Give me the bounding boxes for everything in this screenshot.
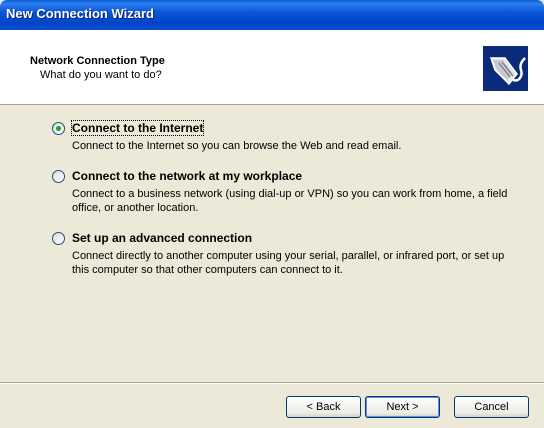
wizard-window: New Connection Wizard Network Connection… xyxy=(0,0,544,428)
back-button[interactable]: < Back xyxy=(286,396,361,418)
radio-internet[interactable] xyxy=(52,122,65,135)
network-cable-icon xyxy=(483,46,528,91)
header-title: Network Connection Type xyxy=(30,55,165,67)
radio-advanced[interactable] xyxy=(52,232,65,245)
option-workplace-label[interactable]: Connect to the network at my workplace xyxy=(72,169,302,183)
header-subtitle: What do you want to do? xyxy=(40,69,162,81)
title-bar[interactable]: New Connection Wizard xyxy=(0,0,544,30)
option-internet-description: Connect to the Internet so you can brows… xyxy=(72,140,402,152)
next-button[interactable]: Next > xyxy=(365,396,440,418)
option-workplace-description: Connect to a business network (using dia… xyxy=(72,188,508,214)
radio-workplace[interactable] xyxy=(52,170,65,183)
option-advanced-description: Connect directly to another computer usi… xyxy=(72,250,505,276)
footer-separator xyxy=(0,382,544,384)
option-internet-label[interactable]: Connect to the Internet xyxy=(70,120,205,136)
cancel-button[interactable]: Cancel xyxy=(454,396,529,418)
window-title: New Connection Wizard xyxy=(6,6,154,21)
option-advanced-label[interactable]: Set up an advanced connection xyxy=(72,231,252,245)
wizard-header: Network Connection Type What do you want… xyxy=(0,30,544,105)
